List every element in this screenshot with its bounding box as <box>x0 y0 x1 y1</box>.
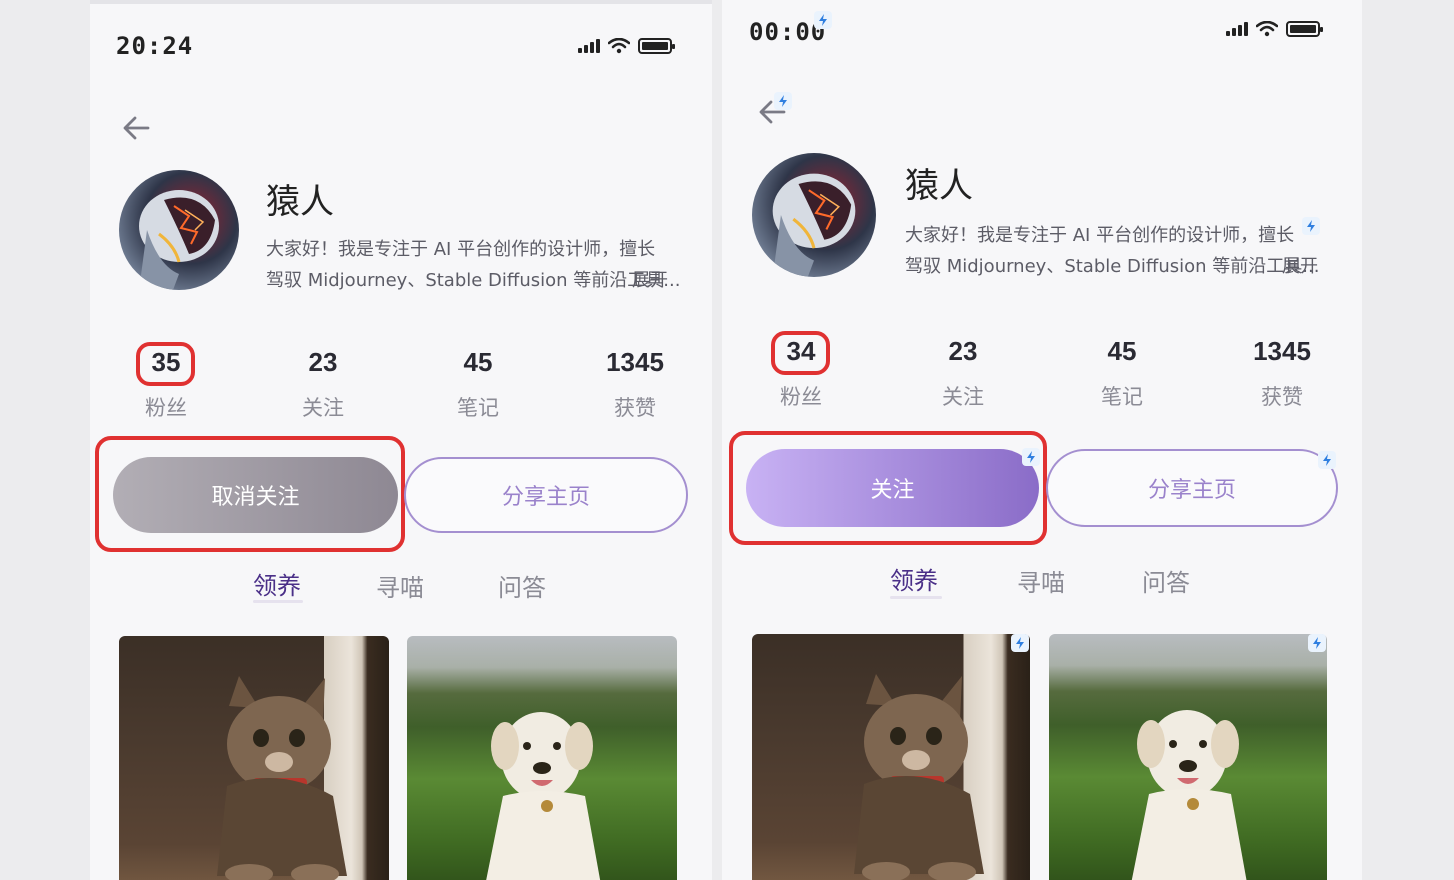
stat-notes[interactable]: 45 笔记 <box>1062 336 1182 411</box>
stat-label: 获赞 <box>1261 385 1303 409</box>
follow-button[interactable]: 关注 <box>746 449 1039 527</box>
cat-photo <box>217 676 347 880</box>
bio-line: 大家好！我是专注于 AI 平台创作的设计师，擅长 <box>905 225 1295 246</box>
ai-edit-badge-icon <box>1318 451 1336 469</box>
stat-label: 粉丝 <box>780 385 822 409</box>
bio-line: 大家好！我是专注于 AI 平台创作的设计师，擅长 <box>266 239 656 260</box>
tab-qa[interactable]: 问答 <box>498 568 546 603</box>
stat-label: 笔记 <box>457 396 499 420</box>
stat-value: 45 <box>1107 336 1137 366</box>
stat-likes[interactable]: 1345 获赞 <box>1222 336 1342 411</box>
stat-following[interactable]: 23 关注 <box>263 347 383 422</box>
unfollow-button[interactable]: 取消关注 <box>113 457 398 533</box>
bio: 大家好！我是专注于 AI 平台创作的设计师，擅长 驾驭 Midjourney、S… <box>266 234 680 296</box>
stat-value: 23 <box>948 336 978 366</box>
tab-find-cat[interactable]: 寻喵 <box>1017 563 1065 598</box>
stat-label: 粉丝 <box>145 396 187 420</box>
avatar[interactable] <box>752 153 876 277</box>
stat-label: 关注 <box>942 385 984 409</box>
username: 猿人 <box>266 182 334 222</box>
back-arrow-icon[interactable] <box>118 110 154 146</box>
ai-edit-badge-icon <box>774 92 792 110</box>
stat-followers[interactable]: 35 粉丝 <box>106 347 226 422</box>
wifi-icon <box>1256 21 1278 37</box>
stat-value: 45 <box>463 347 493 377</box>
ai-edit-badge-icon <box>1011 634 1029 652</box>
stat-notes[interactable]: 45 笔记 <box>418 347 538 422</box>
status-time: 20:24 <box>116 32 194 60</box>
stat-value: 23 <box>308 347 338 377</box>
phone-screen-before: 20:24 猿人 大家好！我是专注于 AI 平台创作的设计师，擅长 驾驭 Mid… <box>90 0 712 880</box>
stat-label: 笔记 <box>1101 385 1143 409</box>
wifi-icon <box>608 38 630 54</box>
stat-value: 35 <box>151 347 181 377</box>
stat-value: 1345 <box>606 347 664 377</box>
share-profile-button[interactable]: 分享主页 <box>404 457 688 533</box>
tab-adopt[interactable]: 领养 <box>890 561 938 596</box>
username: 猿人 <box>905 166 973 206</box>
tab-adopt[interactable]: 领养 <box>253 566 301 601</box>
post-card-cat[interactable] <box>119 636 389 880</box>
stat-value: 1345 <box>1253 336 1311 366</box>
bio-line: 驾驭 Midjourney、Stable Diffusion 等前沿工具... <box>266 270 681 291</box>
stat-followers[interactable]: 34 粉丝 <box>741 336 861 411</box>
tab-qa[interactable]: 问答 <box>1142 563 1190 598</box>
dog-photo <box>486 712 601 880</box>
stat-label: 获赞 <box>614 396 656 420</box>
avatar[interactable] <box>119 170 239 290</box>
ai-edit-badge-icon <box>1022 448 1040 466</box>
robot-avatar-image <box>772 173 856 277</box>
stat-likes[interactable]: 1345 获赞 <box>575 347 695 422</box>
status-icons <box>578 38 675 54</box>
stat-following[interactable]: 23 关注 <box>903 336 1023 411</box>
expand-link[interactable]: 展开 <box>632 266 668 292</box>
ai-edit-badge-icon <box>1302 217 1320 235</box>
stat-label: 关注 <box>302 396 344 420</box>
signal-icon <box>1226 22 1248 36</box>
ai-edit-badge-icon <box>814 11 832 29</box>
phone-screen-after: 00:00 猿人 大家好！我是专注于 AI 平台创作的设计师，擅长 驾驭 Mid… <box>722 0 1362 880</box>
post-card-cat[interactable] <box>752 634 1030 880</box>
robot-avatar-image <box>139 190 219 290</box>
bio: 大家好！我是专注于 AI 平台创作的设计师，擅长 驾驭 Midjourney、S… <box>905 220 1319 282</box>
tab-find-cat[interactable]: 寻喵 <box>376 568 424 603</box>
post-card-dog[interactable] <box>1049 634 1327 880</box>
battery-icon <box>1286 21 1323 37</box>
battery-icon <box>638 38 675 54</box>
stat-value: 34 <box>786 336 816 366</box>
bio-line: 驾驭 Midjourney、Stable Diffusion 等前沿工具... <box>905 256 1320 277</box>
cat-photo <box>854 674 984 880</box>
signal-icon <box>578 39 600 53</box>
tab-active-underline <box>253 600 303 603</box>
share-profile-button[interactable]: 分享主页 <box>1046 449 1338 527</box>
dog-photo <box>1131 710 1247 880</box>
status-icons <box>1226 21 1323 37</box>
post-card-dog[interactable] <box>407 636 677 880</box>
expand-link[interactable]: 展开 <box>1282 252 1318 278</box>
ai-edit-badge-icon <box>1308 634 1326 652</box>
tab-active-underline <box>890 596 942 599</box>
